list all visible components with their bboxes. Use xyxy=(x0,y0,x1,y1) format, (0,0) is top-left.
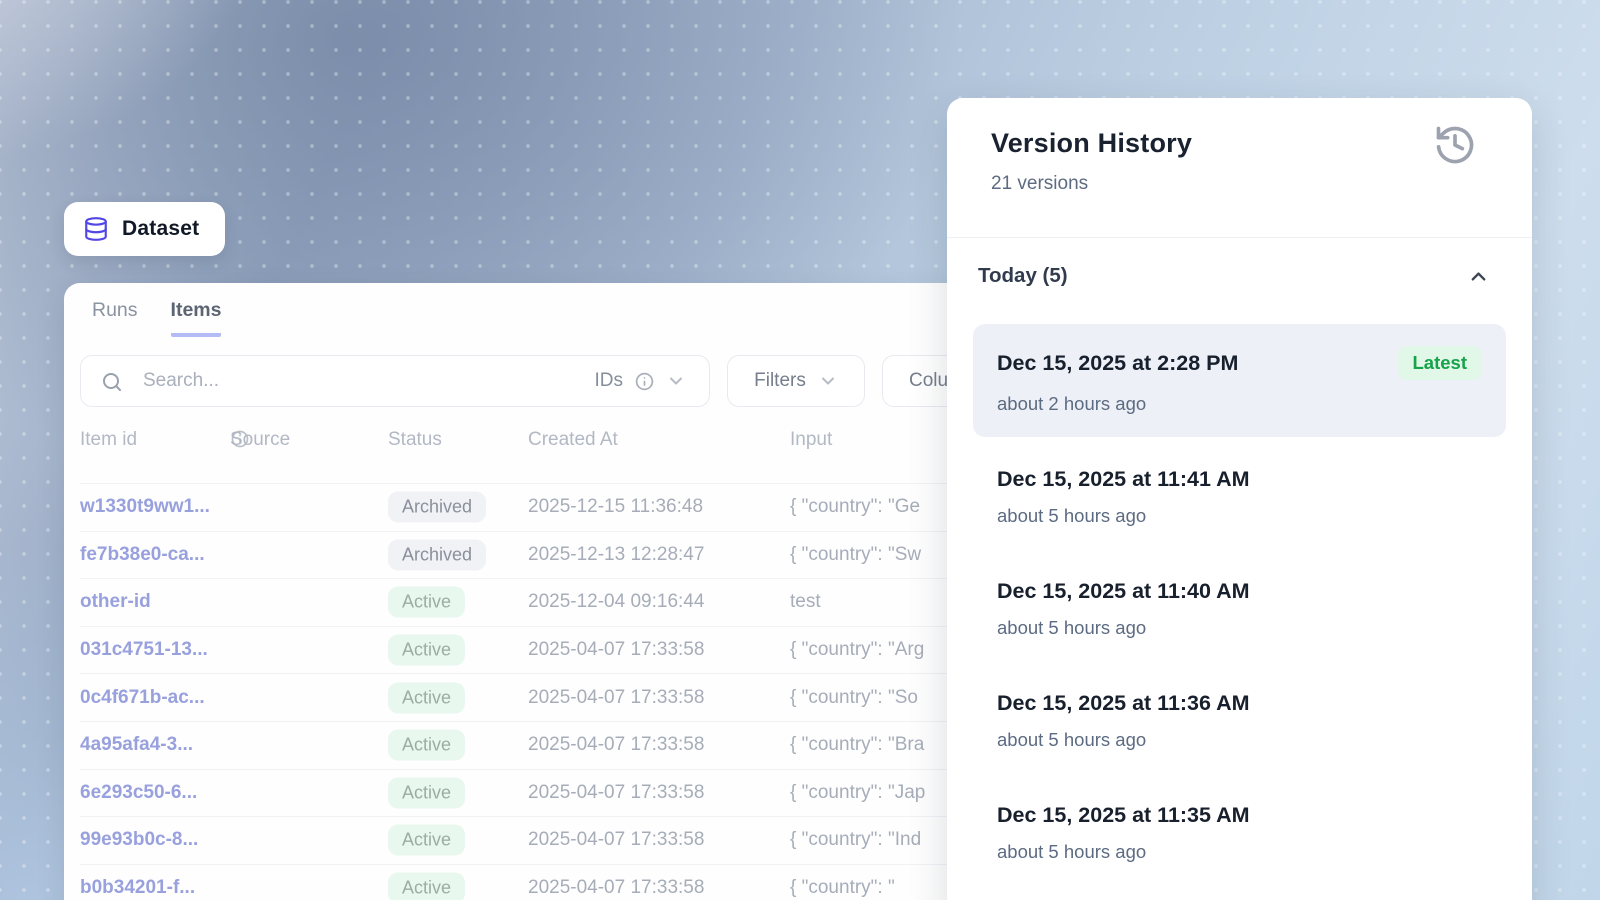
app-background: Dataset Runs Items IDs xyxy=(0,0,1600,900)
status-badge: Active xyxy=(388,873,465,900)
version-entry[interactable]: Dec 15, 2025 at 11:40 AM about 5 hours a… xyxy=(973,579,1506,639)
search-icon xyxy=(100,370,124,394)
version-entry[interactable]: Dec 15, 2025 at 11:35 AM about 5 hours a… xyxy=(973,803,1506,863)
version-entry[interactable]: Dec 15, 2025 at 11:41 AM about 5 hours a… xyxy=(973,467,1506,527)
version-entry-selected[interactable]: Dec 15, 2025 at 2:28 PM Latest about 2 h… xyxy=(973,324,1506,437)
columns-button-label: Colu xyxy=(909,370,948,392)
version-entry[interactable]: Dec 15, 2025 at 11:36 AM about 5 hours a… xyxy=(973,691,1506,751)
input-value: { "country": "Sw xyxy=(790,544,921,566)
version-timestamp: Dec 15, 2025 at 2:28 PM xyxy=(997,351,1238,376)
ids-dropdown-label: IDs xyxy=(595,370,624,392)
header-item-id: Item id xyxy=(80,429,137,451)
version-history-panel: Version History 21 versions Today (5) xyxy=(947,98,1532,900)
chevron-down-icon xyxy=(666,371,686,391)
version-timestamp: Dec 15, 2025 at 11:36 AM xyxy=(997,691,1482,716)
created-at-value: 2025-12-15 11:36:48 xyxy=(528,496,703,518)
version-relative-time: about 2 hours ago xyxy=(997,393,1482,415)
version-history-body: Today (5) Dec 15, 2025 at 2:28 PM Latest… xyxy=(947,264,1532,863)
header-source-label: Source xyxy=(230,429,290,451)
item-id-link[interactable]: w1330t9ww1... xyxy=(80,496,210,518)
dataset-chip[interactable]: Dataset xyxy=(64,202,225,256)
ids-dropdown[interactable]: IDs xyxy=(595,370,710,392)
input-value: { "country": "Bra xyxy=(790,734,924,756)
info-icon xyxy=(634,371,655,392)
status-badge: Active xyxy=(388,682,465,713)
history-icon[interactable] xyxy=(1432,122,1478,168)
header-input: Input xyxy=(790,429,832,451)
group-today-toggle[interactable]: Today (5) xyxy=(973,264,1506,288)
input-value: { "country": "Ind xyxy=(790,829,921,851)
header-status: Status xyxy=(388,429,442,451)
version-relative-time: about 5 hours ago xyxy=(997,729,1482,751)
input-value: { "country": "Arg xyxy=(790,639,924,661)
version-history-header: Version History 21 versions xyxy=(947,98,1532,238)
tab-items[interactable]: Items xyxy=(171,299,222,337)
database-icon xyxy=(83,216,109,242)
item-id-link[interactable]: 0c4f671b-ac... xyxy=(80,687,205,709)
version-relative-time: about 5 hours ago xyxy=(997,841,1482,863)
version-count: 21 versions xyxy=(991,173,1504,195)
version-timestamp: Dec 15, 2025 at 11:41 AM xyxy=(997,467,1482,492)
status-badge: Active xyxy=(388,730,465,761)
created-at-value: 2025-04-07 17:33:58 xyxy=(528,829,704,851)
created-at-value: 2025-04-07 17:33:58 xyxy=(528,687,704,709)
version-relative-time: about 5 hours ago xyxy=(997,505,1482,527)
created-at-value: 2025-12-04 09:16:44 xyxy=(528,591,704,613)
chevron-down-icon xyxy=(818,371,838,391)
input-value: test xyxy=(790,591,821,613)
created-at-value: 2025-04-07 17:33:58 xyxy=(528,639,704,661)
version-relative-time: about 5 hours ago xyxy=(997,617,1482,639)
status-badge: Archived xyxy=(388,492,486,523)
version-timestamp: Dec 15, 2025 at 11:35 AM xyxy=(997,803,1482,828)
status-badge: Active xyxy=(388,777,465,808)
created-at-value: 2025-04-07 17:33:58 xyxy=(528,877,704,899)
search-box: IDs xyxy=(80,355,710,407)
item-id-link[interactable]: 6e293c50-6... xyxy=(80,782,197,804)
item-id-link[interactable]: other-id xyxy=(80,591,151,613)
search-input[interactable] xyxy=(81,370,595,392)
item-id-link[interactable]: fe7b38e0-ca... xyxy=(80,544,205,566)
input-value: { "country": "Ge xyxy=(790,496,920,518)
latest-badge: Latest xyxy=(1398,346,1483,380)
status-badge: Active xyxy=(388,825,465,856)
item-id-link[interactable]: 99e93b0c-8... xyxy=(80,829,198,851)
header-created-at: Created At xyxy=(528,429,618,451)
created-at-value: 2025-04-07 17:33:58 xyxy=(528,782,704,804)
created-at-value: 2025-04-07 17:33:58 xyxy=(528,734,704,756)
header-source: Source xyxy=(230,429,250,449)
item-id-link[interactable]: 031c4751-13... xyxy=(80,639,208,661)
input-value: { "country": "Jap xyxy=(790,782,925,804)
group-today-label: Today (5) xyxy=(978,264,1068,288)
input-value: { "country": "So xyxy=(790,687,918,709)
status-badge: Archived xyxy=(388,539,486,570)
dataset-chip-label: Dataset xyxy=(122,217,199,241)
filters-button-label: Filters xyxy=(754,370,806,392)
chevron-up-icon xyxy=(1467,265,1490,288)
status-badge: Active xyxy=(388,587,465,618)
tab-runs[interactable]: Runs xyxy=(92,299,138,337)
item-id-link[interactable]: b0b34201-f... xyxy=(80,877,195,899)
status-badge: Active xyxy=(388,635,465,666)
item-id-link[interactable]: 4a95afa4-3... xyxy=(80,734,193,756)
created-at-value: 2025-12-13 12:28:47 xyxy=(528,544,704,566)
filters-button[interactable]: Filters xyxy=(727,355,865,407)
input-value: { "country": " xyxy=(790,877,895,899)
version-history-title: Version History xyxy=(991,128,1504,159)
version-timestamp: Dec 15, 2025 at 11:40 AM xyxy=(997,579,1482,604)
